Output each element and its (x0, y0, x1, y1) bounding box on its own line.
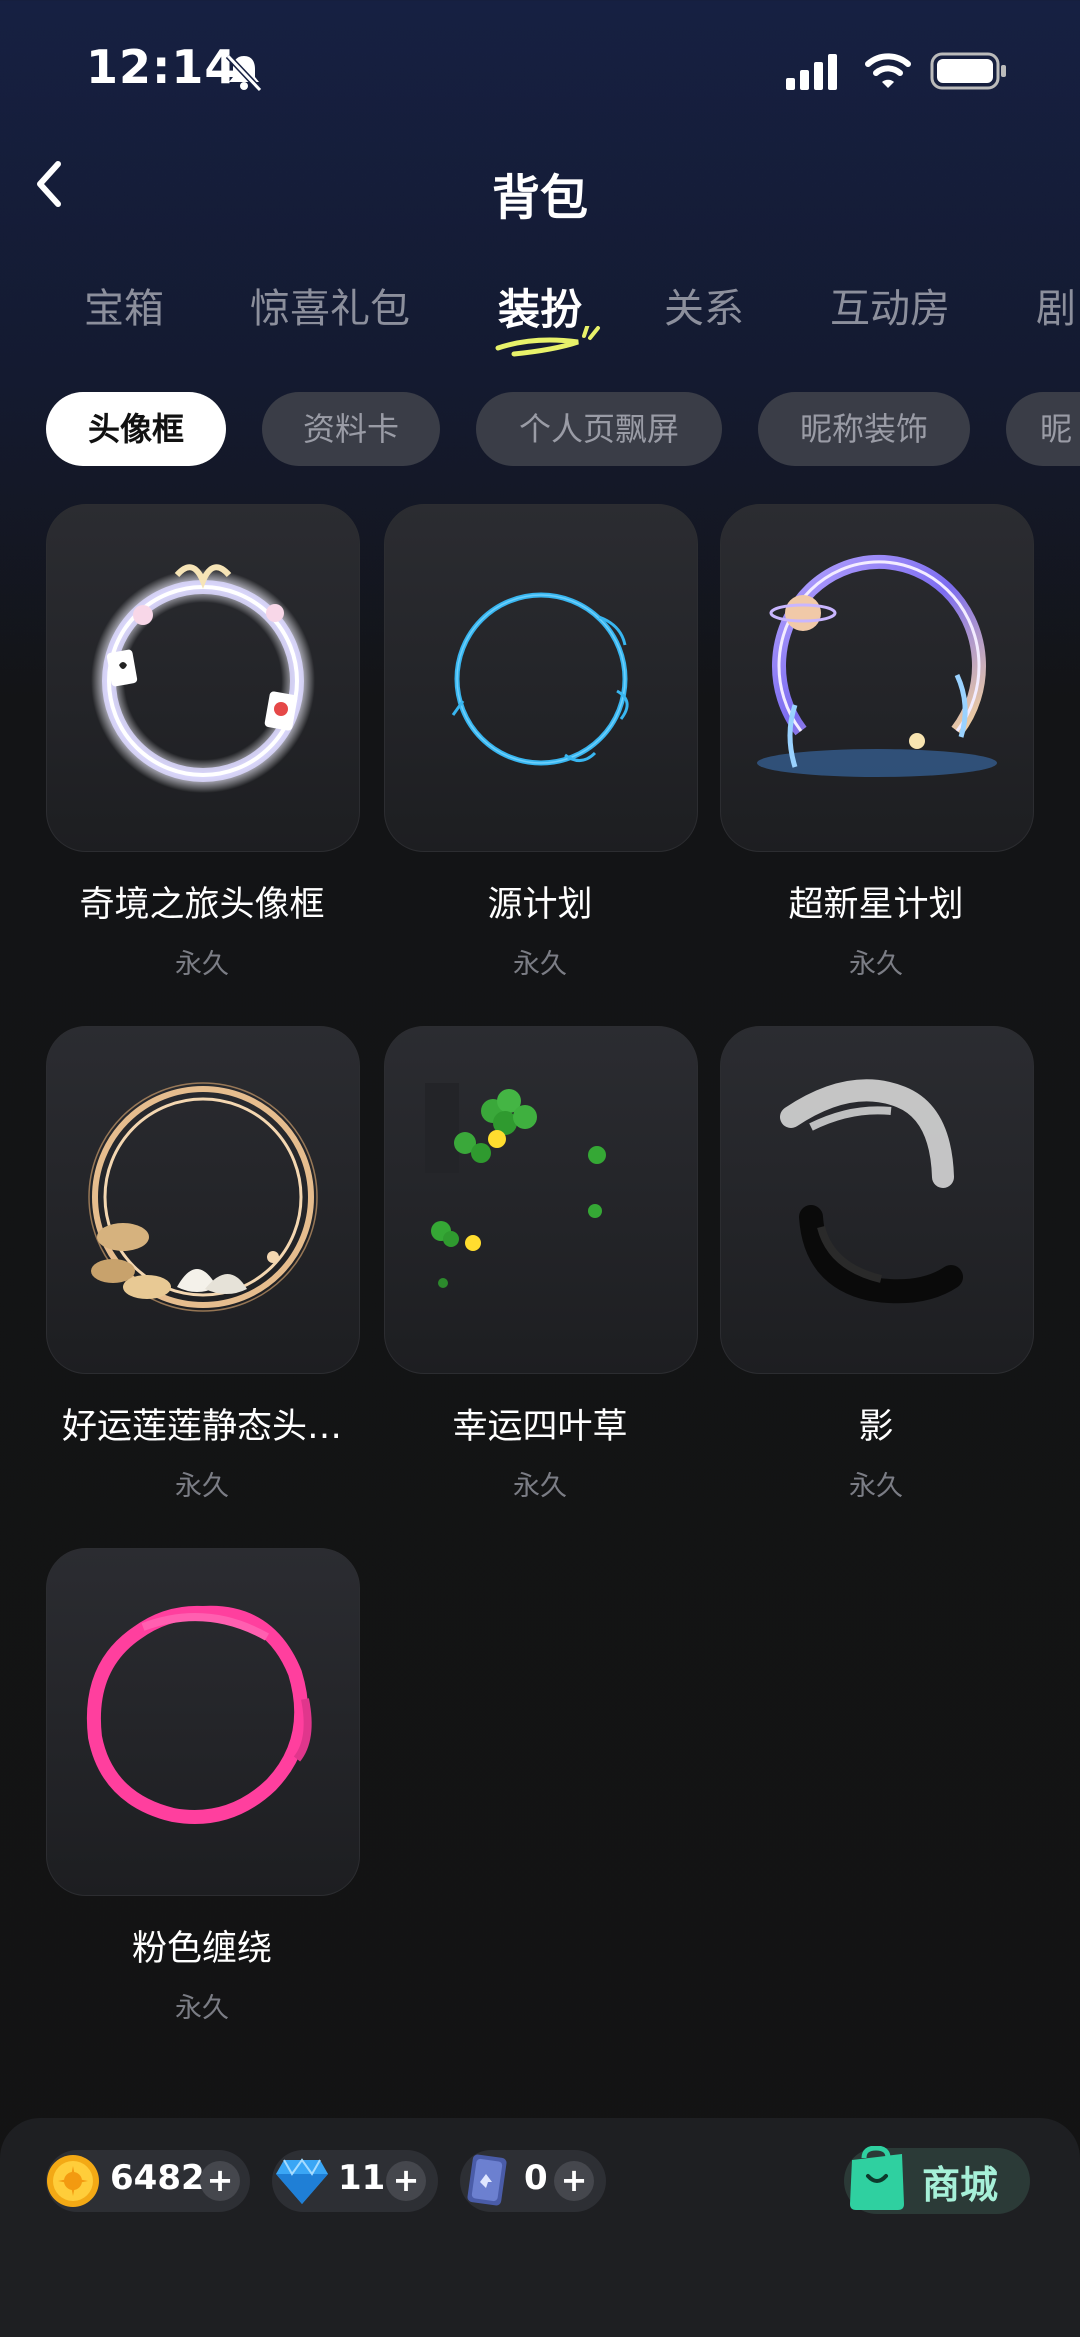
item-duration: 永久 (849, 949, 903, 980)
gold-add-button[interactable]: + (200, 2161, 240, 2201)
clover-frame-icon (425, 1083, 606, 1288)
wonderland-frame-icon (91, 564, 315, 793)
bell-muted-icon (225, 53, 263, 93)
wifi-icon (865, 53, 911, 88)
item-duration: 永久 (849, 1471, 903, 1502)
gold-coin-icon (47, 2155, 99, 2207)
item-name: 奇境之旅头像框 (79, 885, 325, 925)
blue-ring-frame-icon (451, 592, 629, 766)
diamond-add-button[interactable]: + (386, 2161, 426, 2201)
item-duration: 永久 (513, 1471, 567, 1502)
card-value: 0 (524, 2158, 548, 2198)
battery-icon (930, 52, 1006, 90)
item-card-lotus[interactable] (46, 1026, 360, 1374)
shop-label: 商城 (922, 2163, 999, 2207)
item-card-source-plan[interactable] (384, 504, 698, 852)
tab-interactive-room[interactable]: 互动房 (830, 276, 950, 334)
card-ticket-icon (467, 2154, 507, 2206)
item-card-wonderland[interactable] (46, 504, 360, 852)
status-time: 12:14 (86, 40, 238, 94)
tab-treasure-box[interactable]: 宝箱 (84, 276, 164, 334)
chip-nickname-decoration[interactable]: 昵称装饰 (758, 392, 970, 466)
item-card-supernova[interactable] (720, 504, 1034, 852)
tab-surprise-gift[interactable]: 惊喜礼包 (250, 276, 410, 334)
item-duration: 永久 (175, 1471, 229, 1502)
chip-profile-float[interactable]: 个人页飘屏 (476, 392, 722, 466)
item-name: 超新星计划 (788, 885, 964, 925)
item-card-shadow[interactable] (720, 1026, 1034, 1374)
item-name: 幸运四叶草 (452, 1407, 628, 1447)
signal-icon (786, 54, 837, 90)
card-add-button[interactable]: + (554, 2161, 594, 2201)
diamond-icon (276, 2158, 328, 2204)
page-title: 背包 (491, 170, 588, 226)
item-card-clover[interactable] (384, 1026, 698, 1374)
tab-active-underline (495, 326, 600, 357)
pink-loop-frame-icon (86, 1605, 312, 1824)
chip-nickname-more[interactable]: 昵 (1006, 392, 1080, 466)
item-card-pink-loop[interactable] (46, 1548, 360, 1896)
gold-value: 6482 (110, 2158, 205, 2198)
tab-drama[interactable]: 剧 (1036, 276, 1076, 334)
ink-shadow-frame-icon (780, 1079, 963, 1304)
item-duration: 永久 (513, 949, 567, 980)
item-duration: 永久 (175, 1993, 229, 2024)
shopping-bag-icon (850, 2146, 904, 2210)
item-duration: 永久 (175, 949, 229, 980)
supernova-frame-icon (757, 555, 997, 777)
lotus-frame-icon (88, 1082, 318, 1312)
tab-relationship[interactable]: 关系 (664, 276, 744, 334)
chip-profile-card[interactable]: 资料卡 (262, 392, 440, 466)
diamond-value: 11 (338, 2158, 386, 2198)
item-name: 影 (858, 1407, 894, 1447)
item-name: 好运莲莲静态头… (61, 1407, 342, 1447)
item-name: 粉色缠绕 (131, 1929, 272, 1969)
item-name: 源计划 (487, 885, 593, 925)
chip-avatar-frame[interactable]: 头像框 (46, 392, 226, 466)
